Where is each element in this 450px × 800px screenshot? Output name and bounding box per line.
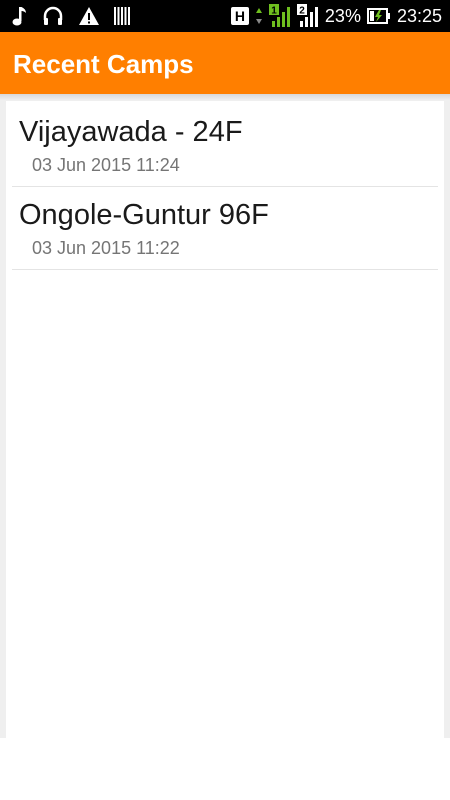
- network-type-badge: H: [230, 7, 249, 25]
- bottom-blank-area: [0, 738, 450, 800]
- camp-name: Ongole-Guntur 96F: [19, 199, 269, 231]
- sim1-signal-icon: 1: [268, 4, 290, 27]
- sim2-signal-icon: 2: [296, 4, 318, 27]
- camps-card: Vijayawada - 24F 03 Jun 2015 11:24 Ongol…: [6, 101, 444, 738]
- app-bar-shadow: [0, 94, 450, 100]
- data-arrows-icon: [255, 8, 262, 24]
- app-bar: Recent Camps: [0, 32, 450, 94]
- battery-charging-icon: [366, 8, 390, 24]
- content-area: Vijayawada - 24F 03 Jun 2015 11:24 Ongol…: [0, 94, 450, 738]
- system-status: H 1 2 23% 23:25: [230, 4, 442, 28]
- barcode-icon: [114, 7, 130, 25]
- camp-datetime: 03 Jun 2015 11:22: [32, 238, 180, 258]
- recent-camps-list[interactable]: Vijayawada - 24F 03 Jun 2015 11:24 Ongol…: [12, 104, 438, 270]
- sim2-label: 2: [299, 6, 305, 17]
- battery-percent: 23%: [324, 6, 361, 26]
- headset-icon: [43, 6, 63, 25]
- page-title: Recent Camps: [13, 49, 194, 79]
- camp-list-item[interactable]: Vijayawada - 24F 03 Jun 2015 11:24: [12, 104, 438, 187]
- notification-icons: [10, 4, 130, 28]
- camp-datetime: 03 Jun 2015 11:24: [32, 155, 180, 175]
- status-bar: H 1 2 23% 23:25: [0, 0, 450, 32]
- camp-name: Vijayawada - 24F: [19, 116, 243, 148]
- music-note-icon: [12, 7, 26, 26]
- camp-list-item[interactable]: Ongole-Guntur 96F 03 Jun 2015 11:22: [12, 187, 438, 270]
- sim1-label: 1: [271, 6, 277, 17]
- warning-icon: [79, 7, 99, 25]
- clock: 23:25: [396, 6, 442, 26]
